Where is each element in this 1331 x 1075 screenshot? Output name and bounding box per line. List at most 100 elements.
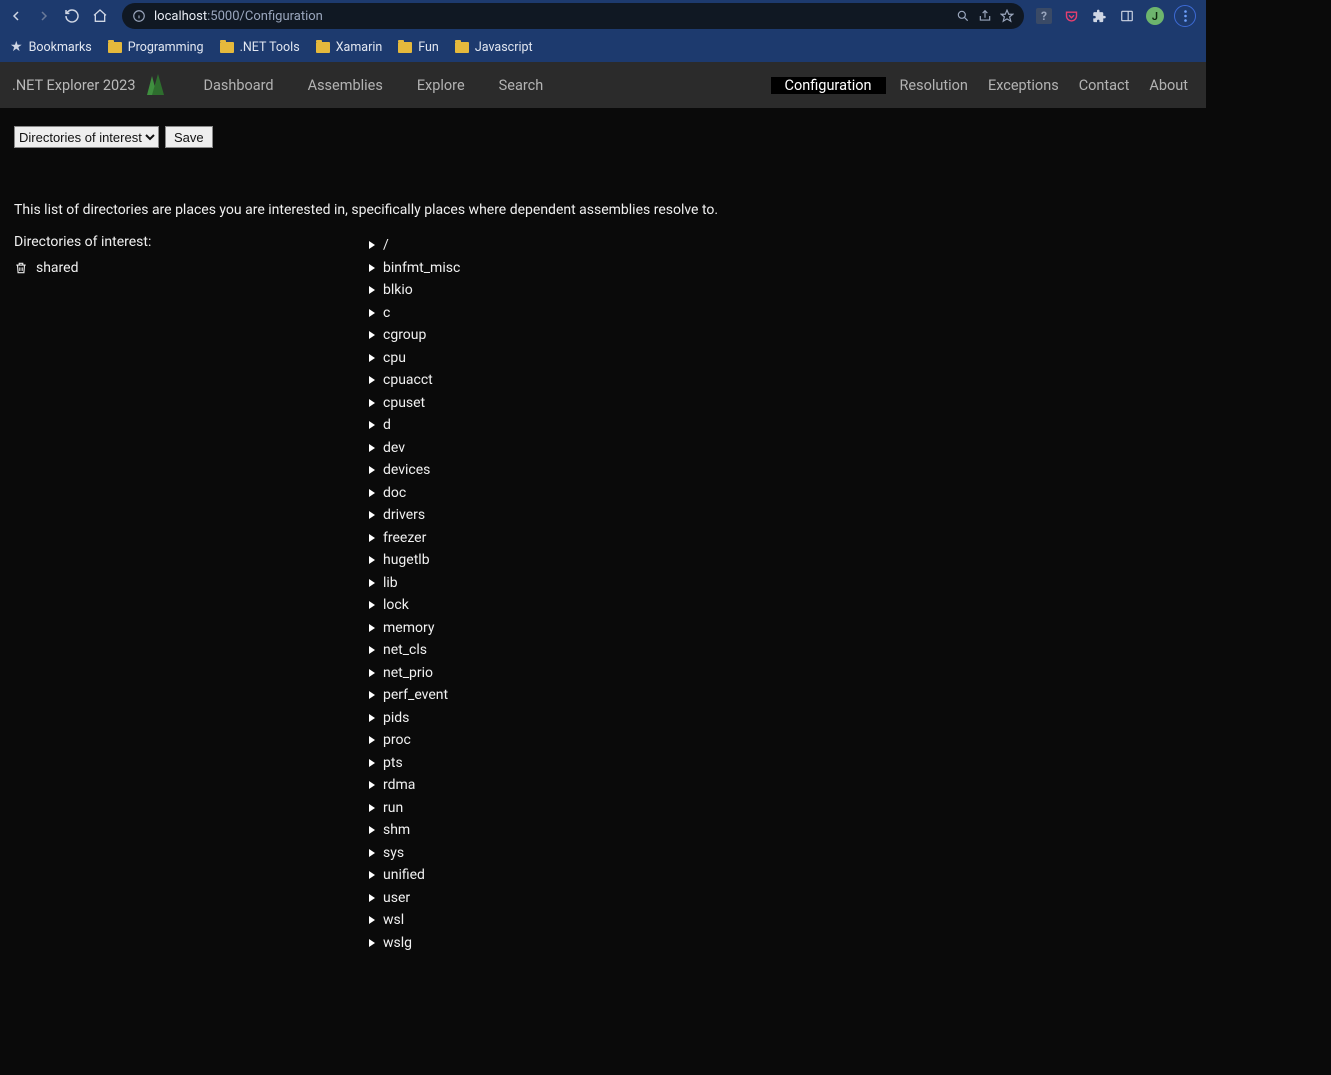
expand-icon[interactable] [369,534,375,542]
tree-node[interactable]: memory [369,617,460,640]
tree-node[interactable]: rdma [369,774,460,797]
tree-node[interactable]: run [369,797,460,820]
bookmark-item[interactable]: Javascript [455,40,533,55]
bookmark-item[interactable]: Fun [398,40,439,55]
tree-node[interactable]: drivers [369,504,460,527]
tree-node[interactable]: / [369,234,460,257]
tree-node[interactable]: unified [369,864,460,887]
expand-icon[interactable] [369,466,375,474]
tree-node[interactable]: cpuacct [369,369,460,392]
nav-exceptions[interactable]: Exceptions [982,77,1065,94]
app-brand[interactable]: .NET Explorer 2023 [12,73,167,97]
tree-node[interactable]: perf_event [369,684,460,707]
tree-node[interactable]: dev [369,437,460,460]
nav-contact[interactable]: Contact [1073,77,1136,94]
expand-icon[interactable] [369,871,375,879]
tree-node[interactable]: blkio [369,279,460,302]
forward-icon[interactable] [34,6,54,26]
expand-icon[interactable] [369,556,375,564]
tree-node[interactable]: devices [369,459,460,482]
nav-resolution[interactable]: Resolution [894,77,974,94]
tree-node[interactable]: shm [369,819,460,842]
nav-explore[interactable]: Explore [411,77,471,94]
tree-node[interactable]: net_prio [369,662,460,685]
tree-node[interactable]: pids [369,707,460,730]
nav-dashboard[interactable]: Dashboard [197,77,279,94]
expand-icon[interactable] [369,714,375,722]
expand-icon[interactable] [369,579,375,587]
expand-icon[interactable] [369,849,375,857]
expand-icon[interactable] [369,309,375,317]
browser-chrome: localhost:5000/Configuration ? [0,0,1206,62]
pocket-icon[interactable] [1062,7,1080,25]
help-icon[interactable]: ? [1036,8,1052,24]
tree-node[interactable]: binfmt_misc [369,257,460,280]
expand-icon[interactable] [369,691,375,699]
save-button[interactable]: Save [165,126,213,148]
expand-icon[interactable] [369,601,375,609]
expand-icon[interactable] [369,354,375,362]
tree-node[interactable]: sys [369,842,460,865]
tree-node[interactable]: proc [369,729,460,752]
bookmark-star-icon[interactable] [1000,9,1014,23]
profile-avatar[interactable]: J [1146,7,1164,25]
tree-node[interactable]: wslg [369,932,460,955]
nav-assemblies[interactable]: Assemblies [302,77,389,94]
config-section-select[interactable]: Directories of interest [14,126,159,148]
extensions-icon[interactable] [1090,7,1108,25]
nav-search[interactable]: Search [493,77,550,94]
tree-node[interactable]: cpuset [369,392,460,415]
expand-icon[interactable] [369,624,375,632]
share-icon[interactable] [978,9,992,23]
expand-icon[interactable] [369,916,375,924]
expand-icon[interactable] [369,489,375,497]
expand-icon[interactable] [369,399,375,407]
tree-node[interactable]: wsl [369,909,460,932]
panel-icon[interactable] [1118,7,1136,25]
tree-node[interactable]: d [369,414,460,437]
expand-icon[interactable] [369,781,375,789]
site-info-icon[interactable] [132,9,146,23]
expand-icon[interactable] [369,421,375,429]
expand-icon[interactable] [369,511,375,519]
expand-icon[interactable] [369,894,375,902]
expand-icon[interactable] [369,264,375,272]
expand-icon[interactable] [369,376,375,384]
tree-node[interactable]: lib [369,572,460,595]
bookmark-item[interactable]: Programming [108,40,204,55]
tree-node[interactable]: cgroup [369,324,460,347]
tree-node[interactable]: lock [369,594,460,617]
tree-node[interactable]: hugetlb [369,549,460,572]
tree-node[interactable]: pts [369,752,460,775]
trash-icon[interactable] [14,261,28,275]
tree-node[interactable]: doc [369,482,460,505]
expand-icon[interactable] [369,939,375,947]
nav-about[interactable]: About [1143,77,1194,94]
tree-node[interactable]: user [369,887,460,910]
bookmark-item[interactable]: .NET Tools [220,40,300,55]
tree-node[interactable]: freezer [369,527,460,550]
home-icon[interactable] [90,6,110,26]
bookmark-item[interactable]: ★Bookmarks [10,40,92,55]
expand-icon[interactable] [369,736,375,744]
expand-icon[interactable] [369,759,375,767]
tree-node[interactable]: cpu [369,347,460,370]
expand-icon[interactable] [369,669,375,677]
zoom-icon[interactable] [956,9,970,23]
address-bar[interactable]: localhost:5000/Configuration [122,3,1024,29]
expand-icon[interactable] [369,241,375,249]
expand-icon[interactable] [369,331,375,339]
expand-icon[interactable] [369,286,375,294]
back-icon[interactable] [6,6,26,26]
interest-heading: Directories of interest: [14,234,369,250]
expand-icon[interactable] [369,826,375,834]
nav-configuration[interactable]: Configuration [771,77,886,94]
tree-node[interactable]: c [369,302,460,325]
bookmark-item[interactable]: Xamarin [316,40,383,55]
browser-menu-icon[interactable] [1174,5,1196,27]
expand-icon[interactable] [369,646,375,654]
reload-icon[interactable] [62,6,82,26]
expand-icon[interactable] [369,444,375,452]
expand-icon[interactable] [369,804,375,812]
tree-node[interactable]: net_cls [369,639,460,662]
